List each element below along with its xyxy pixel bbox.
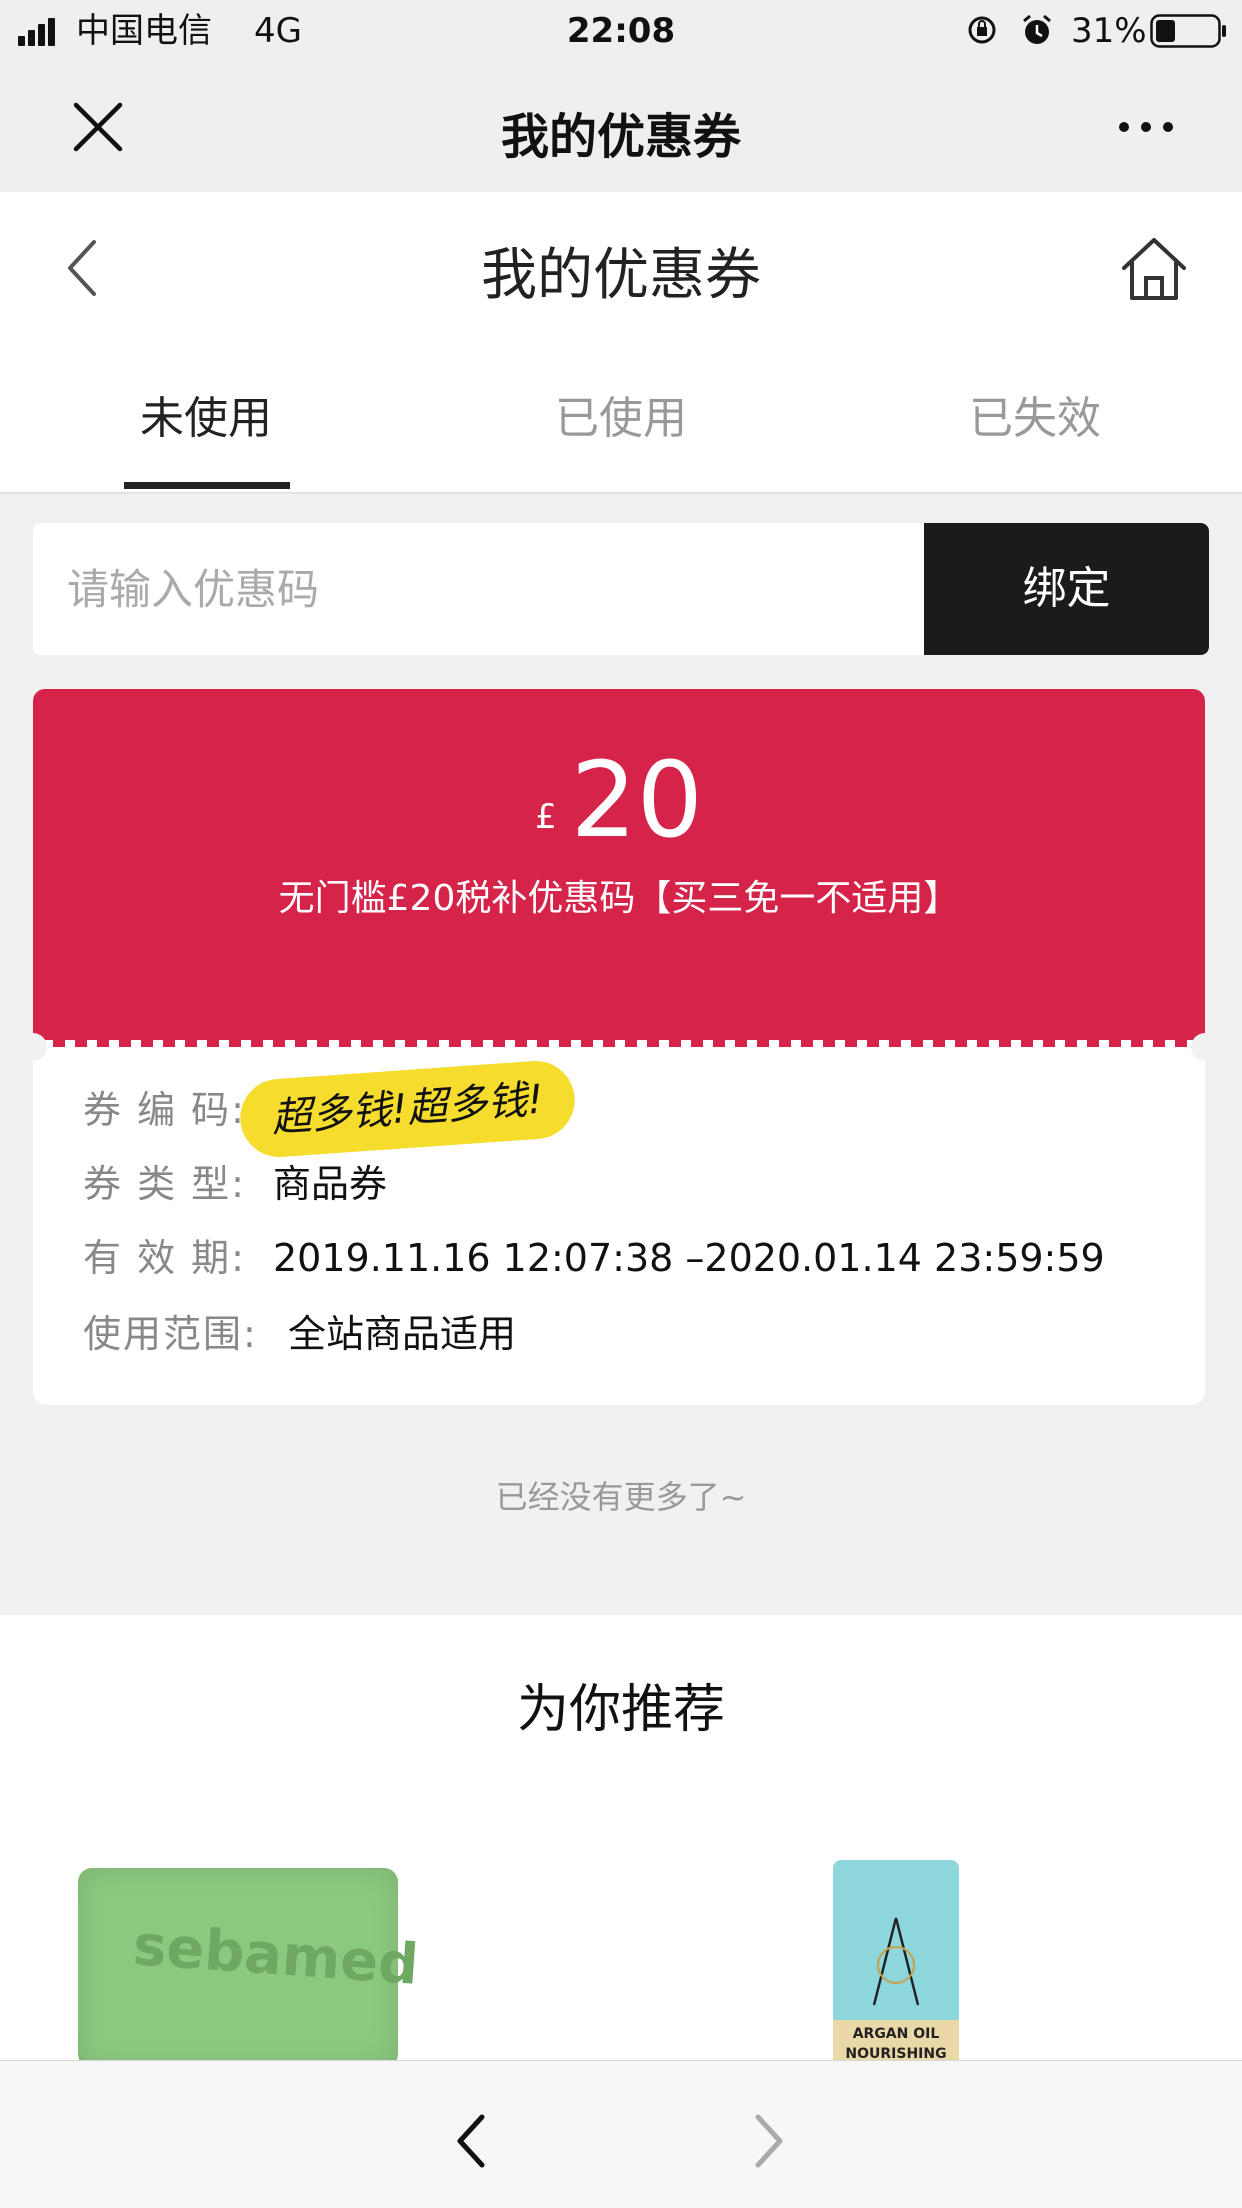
argan-logo-icon [866, 1910, 926, 2010]
coupon-card-header: £20 无门槛£20税补优惠码【买三免一不适用】 [33, 689, 1205, 1047]
tab-unused[interactable]: 未使用 [56, 382, 356, 446]
page-header: 我的优惠券 未使用 已使用 已失效 [0, 192, 1242, 494]
coupon-notch-right [1191, 1033, 1219, 1061]
page-title: 我的优惠券 [481, 243, 761, 308]
browser-toolbar [0, 2060, 1242, 2208]
coupon-type-value: 商品券 [273, 1162, 388, 1206]
alarm-icon [1020, 13, 1054, 47]
recommend-title: 为你推荐 [516, 1680, 725, 1740]
coupon-scope-row: 使用范围: 全站商品适用 [83, 1304, 516, 1364]
browser-back-icon[interactable] [452, 2113, 492, 2169]
coupon-validity-label: 有 效 期: [83, 1236, 246, 1280]
coupon-type-label: 券 类 型: [83, 1162, 246, 1206]
active-tab-indicator [124, 482, 290, 489]
status-bar: 中国电信 4G 22:08 31% [0, 0, 1242, 62]
coupon-type-row: 券 类 型: 商品券 [83, 1154, 387, 1214]
tab-used[interactable]: 已使用 [471, 382, 771, 446]
browser-forward-icon[interactable] [748, 2113, 788, 2169]
list-end-text: 已经没有更多了~ [495, 1478, 747, 1516]
coupon-validity-row: 有 效 期: 2019.11.16 12:07:38 –2020.01.14 23… [83, 1228, 1105, 1288]
tab-expired[interactable]: 已失效 [885, 382, 1185, 446]
coupon-code-bind-form: 绑定 [33, 523, 1209, 655]
product-image-soap[interactable]: sebamed [78, 1868, 421, 2068]
product-label: sebamed [131, 1913, 421, 1998]
coupon-validity-value: 2019.11.16 12:07:38 –2020.01.14 23:59:59 [273, 1236, 1105, 1280]
coupon-code-input[interactable] [33, 523, 923, 655]
coupon-amount: £20 [33, 739, 1205, 861]
coupon-scope-value: 全站商品适用 [288, 1312, 517, 1356]
webview-navbar: 我的优惠券 [0, 62, 1242, 192]
coupon-currency: £ [535, 797, 557, 837]
battery-percent: 31% [1071, 11, 1147, 51]
navbar-title: 我的优惠券 [500, 109, 741, 165]
coupon-value: 20 [570, 739, 703, 861]
coupon-description: 无门槛£20税补优惠码【买三免一不适用】 [278, 878, 960, 919]
orientation-lock-icon [966, 14, 998, 46]
battery-icon [1150, 14, 1228, 48]
coupon-scope-label: 使用范围: [83, 1312, 258, 1356]
home-icon[interactable] [1118, 234, 1190, 304]
more-icon[interactable] [1116, 117, 1176, 137]
coupon-notch-left [19, 1033, 47, 1061]
clock: 22:08 [566, 11, 676, 51]
bind-button[interactable]: 绑定 [924, 523, 1209, 655]
product-image-tube[interactable]: ARGAN OIL NOURISHING [833, 1860, 959, 2080]
